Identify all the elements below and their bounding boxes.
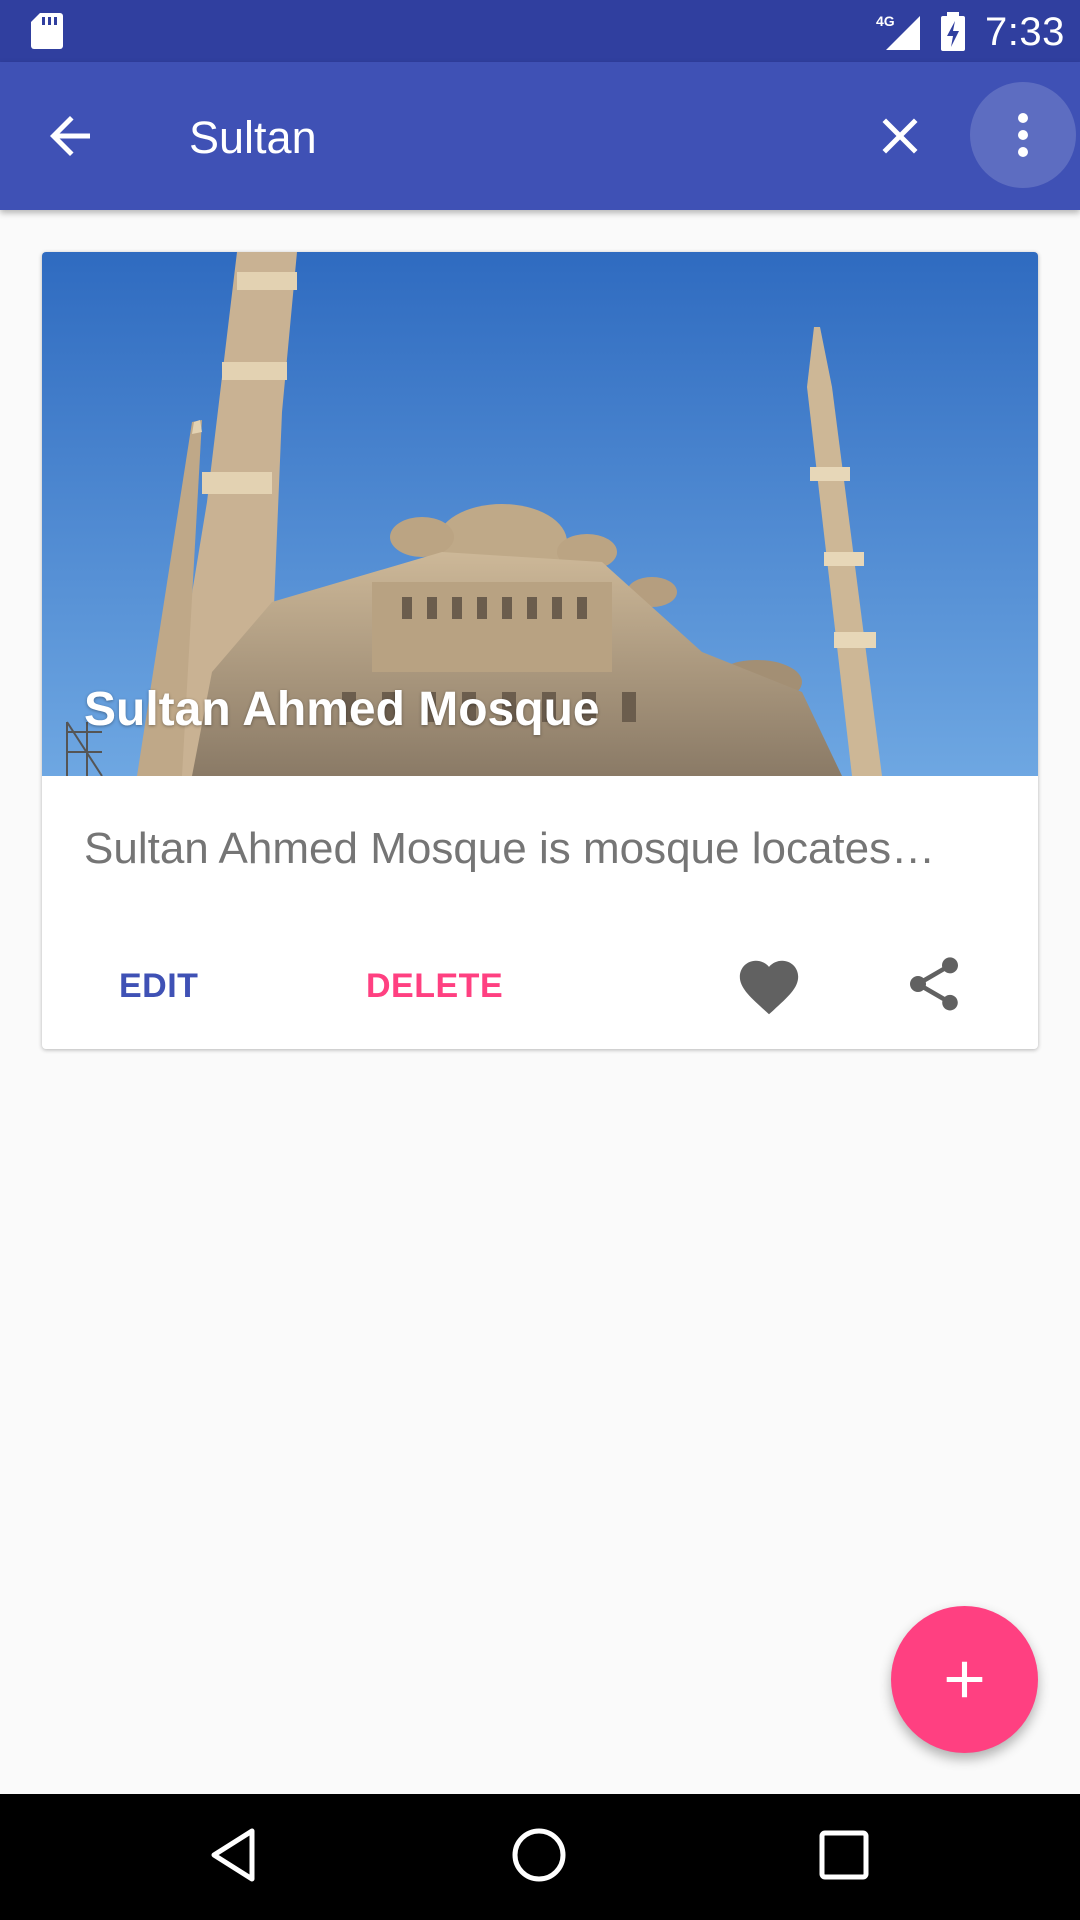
add-fab-button[interactable]	[891, 1606, 1038, 1753]
system-nav-bar	[0, 1794, 1080, 1920]
signal-icon: 4G	[876, 13, 920, 50]
result-card[interactable]: Sultan Ahmed Mosque Sultan Ahmed Mosque …	[42, 252, 1038, 1049]
mosque-image: Sultan Ahmed Mosque	[42, 252, 1038, 776]
sd-card-icon	[31, 13, 63, 49]
battery-charging-icon	[941, 12, 965, 51]
search-query-text[interactable]: Sultan	[189, 112, 317, 164]
card-title: Sultan Ahmed Mosque	[84, 683, 600, 736]
back-arrow-icon[interactable]	[40, 106, 100, 166]
nav-recents-icon[interactable]	[816, 1827, 872, 1883]
card-description: Sultan Ahmed Mosque is mosque locates…	[84, 824, 936, 873]
status-time: 7:33	[985, 10, 1065, 54]
share-icon[interactable]	[902, 952, 966, 1016]
add-icon	[946, 1661, 983, 1698]
more-options-button[interactable]	[970, 82, 1076, 188]
delete-button[interactable]: DELETE	[366, 967, 503, 1006]
svg-text:4G: 4G	[876, 13, 895, 29]
status-bar: 4G 7:33	[0, 0, 1080, 62]
nav-back-icon[interactable]	[208, 1827, 258, 1883]
edit-button[interactable]: EDIT	[119, 967, 198, 1006]
favorite-icon[interactable]	[734, 952, 804, 1022]
more-vert-icon	[1018, 113, 1028, 157]
nav-home-icon[interactable]	[508, 1824, 570, 1886]
search-app-bar: Sultan	[0, 62, 1080, 210]
close-icon[interactable]	[870, 106, 930, 166]
